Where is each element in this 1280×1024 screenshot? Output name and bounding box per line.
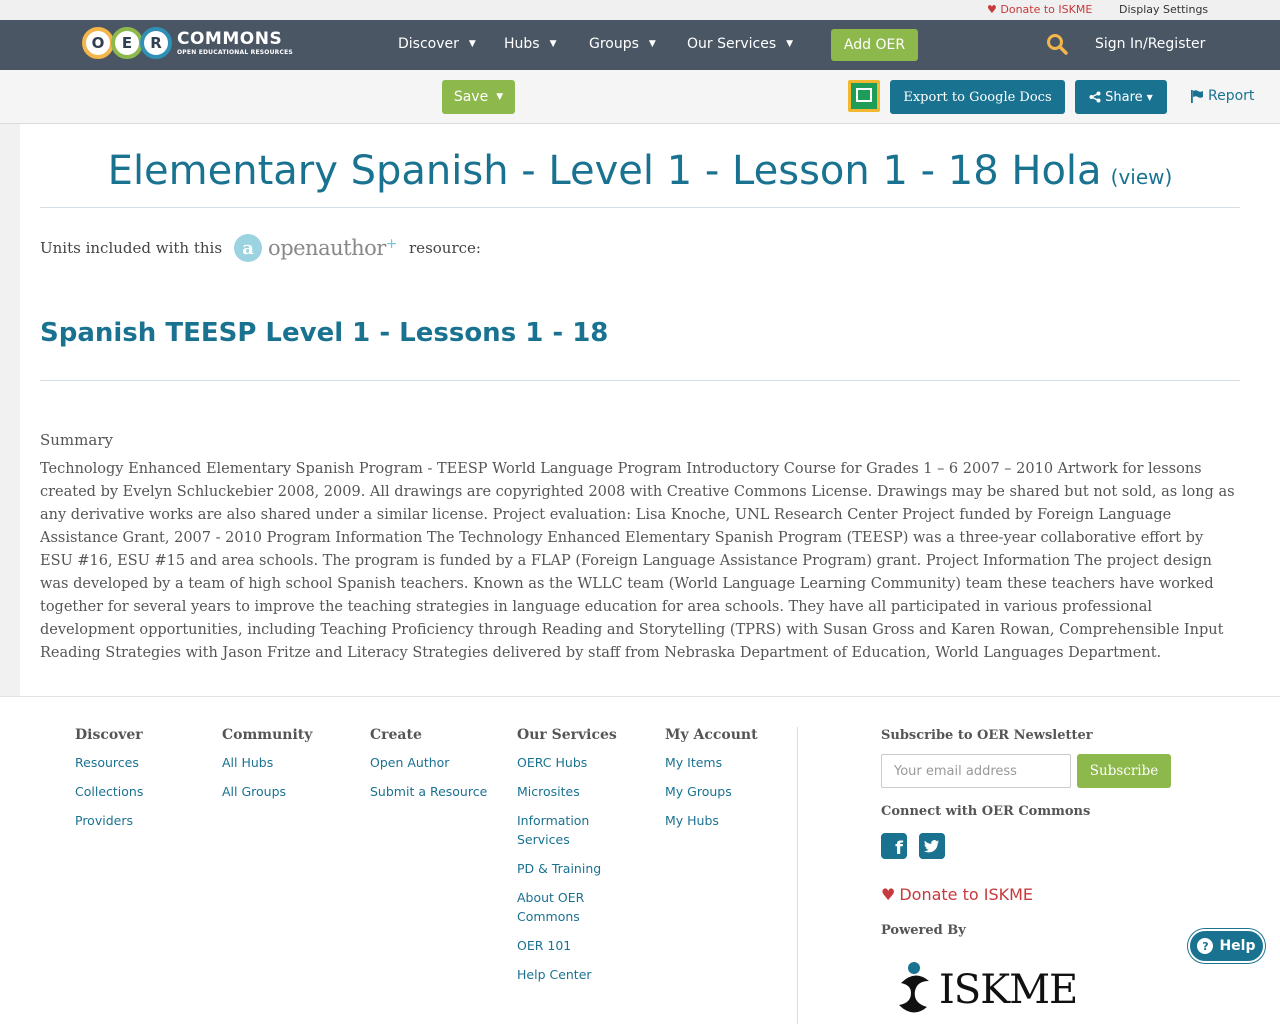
summary-text: Technology Enhanced Elementary Spanish P… [40, 461, 1235, 661]
divider [40, 380, 1240, 381]
footer-link[interactable]: Information Services [517, 811, 627, 849]
footer-link[interactable]: Resources [75, 753, 210, 772]
add-oer-button[interactable]: Add OER [831, 29, 918, 61]
question-icon: ? [1197, 938, 1214, 954]
iskme-logo[interactable]: ISKME [893, 959, 1078, 1021]
chevron-down-icon: ▼ [468, 39, 476, 49]
footer-column-my-account: My Account My Items My Groups My Hubs [665, 727, 800, 840]
footer-link[interactable]: All Groups [222, 782, 357, 801]
footer-link[interactable]: All Hubs [222, 753, 357, 772]
iskme-figure-icon [899, 962, 929, 1013]
main-navbar: O E R COMMONS OPEN EDUCATIONAL RESOURCES… [0, 20, 1280, 70]
logo-wordmark: COMMONS OPEN EDUCATIONAL RESOURCES [177, 28, 293, 56]
google-classroom-icon[interactable] [848, 80, 880, 112]
heart-icon: ♥ [881, 885, 896, 904]
search-icon[interactable] [1046, 33, 1068, 55]
flag-icon [1191, 89, 1203, 103]
site-footer: Discover Resources Collections Providers… [0, 696, 1280, 1024]
newsletter-heading: Subscribe to OER Newsletter [881, 728, 1093, 743]
connect-heading: Connect with OER Commons [881, 804, 1091, 819]
footer-link[interactable]: OER 101 [517, 936, 627, 955]
facebook-icon[interactable]: f [881, 833, 907, 859]
summary-heading: Summary [40, 431, 113, 449]
caret-down-icon: ▼ [1146, 92, 1153, 102]
email-input[interactable]: Your email address [881, 754, 1071, 788]
footer-column-community: Community All Hubs All Groups [222, 727, 357, 811]
footer-column-create: Create Open Author Submit a Resource [370, 727, 505, 811]
open-author-logo: a openauthor+ [234, 234, 398, 262]
export-google-docs-button[interactable]: Export to Google Docs [890, 80, 1065, 114]
footer-link[interactable]: Providers [75, 811, 210, 830]
chevron-down-icon: ▼ [786, 39, 794, 49]
footer-link[interactable]: Open Author [370, 753, 505, 772]
footer-link[interactable]: OERC Hubs [517, 753, 627, 772]
footer-link[interactable]: About OER Commons [517, 888, 627, 926]
footer-link[interactable]: My Hubs [665, 811, 800, 830]
utility-bar: ♥ Donate to ISKME Display Settings [0, 0, 1280, 20]
chevron-down-icon: ▼ [648, 39, 656, 49]
oer-commons-logo[interactable]: O E R COMMONS OPEN EDUCATIONAL RESOURCES [82, 25, 293, 61]
chevron-down-icon: ▼ [549, 39, 557, 49]
display-settings-link[interactable]: Display Settings [1119, 3, 1208, 16]
footer-link[interactable]: Collections [75, 782, 210, 801]
footer-link[interactable]: My Items [665, 753, 800, 772]
subscribe-button[interactable]: Subscribe [1077, 754, 1171, 788]
nav-hubs[interactable]: Hubs ▼ [504, 36, 557, 52]
title-row: Elementary Spanish - Level 1 - Lesson 1 … [40, 148, 1240, 194]
logo-letter: O [82, 27, 114, 59]
footer-column-our-services: Our Services OERC Hubs Microsites Inform… [517, 727, 627, 994]
footer-column-discover: Discover Resources Collections Providers [75, 727, 210, 840]
footer-divider [797, 727, 798, 1024]
footer-link[interactable]: My Groups [665, 782, 800, 801]
footer-link[interactable]: Submit a Resource [370, 782, 505, 801]
heart-icon: ♥ [987, 3, 997, 16]
footer-donate-link[interactable]: ♥ Donate to ISKME [881, 885, 1033, 904]
nav-our-services[interactable]: Our Services ▼ [687, 36, 793, 52]
footer-link[interactable]: PD & Training [517, 859, 627, 878]
save-button[interactable]: Save ▼ [442, 80, 515, 114]
resource-toolbar: Save ▼ Export to Google Docs Share ▼ Repo… [0, 70, 1280, 124]
nav-discover[interactable]: Discover ▼ [398, 36, 476, 52]
share-button[interactable]: Share ▼ [1075, 80, 1167, 114]
powered-by-label: Powered By [881, 923, 966, 938]
sign-in-register-link[interactable]: Sign In/Register [1095, 36, 1205, 52]
logo-letter: E [111, 27, 143, 59]
caret-down-icon: ▼ [496, 92, 504, 102]
twitter-icon[interactable] [919, 833, 945, 859]
nav-groups[interactable]: Groups ▼ [589, 36, 656, 52]
page-title: Elementary Spanish - Level 1 - Lesson 1 … [107, 148, 1102, 194]
units-included-line: Units included with this a openauthor+ r… [40, 234, 481, 262]
unit-title-link[interactable]: Spanish TEESP Level 1 - Lessons 1 - 18 [40, 318, 608, 348]
footer-link[interactable]: Microsites [517, 782, 627, 801]
help-button[interactable]: ? Help [1188, 929, 1265, 963]
logo-letter: R [140, 27, 172, 59]
resource-card: Elementary Spanish - Level 1 - Lesson 1 … [20, 124, 1280, 696]
footer-link[interactable]: Help Center [517, 965, 627, 984]
view-link[interactable]: (view) [1111, 165, 1173, 189]
divider [40, 207, 1240, 208]
share-icon [1089, 91, 1101, 103]
donate-link[interactable]: ♥ Donate to ISKME [987, 3, 1092, 16]
report-link[interactable]: Report [1190, 88, 1254, 104]
